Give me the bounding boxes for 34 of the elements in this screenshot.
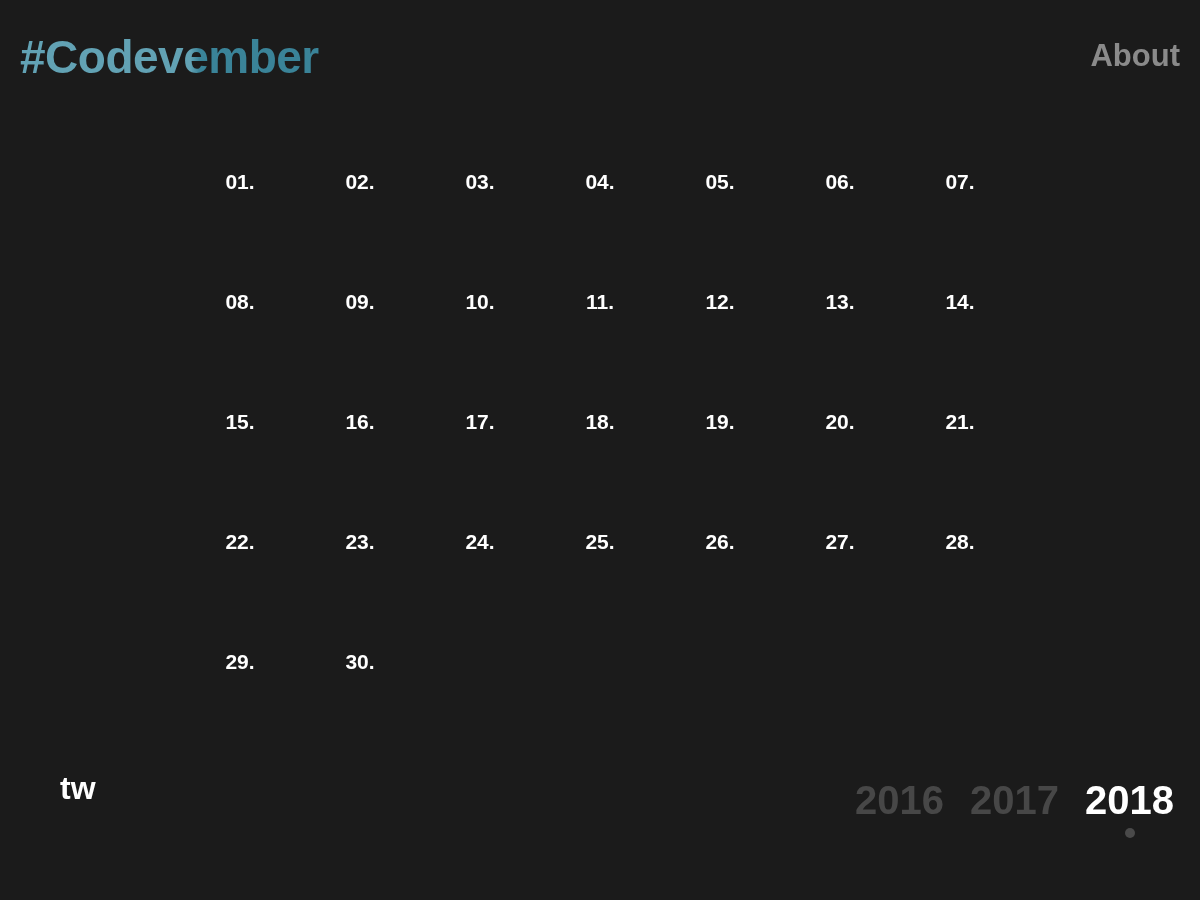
day-link[interactable]: 07. xyxy=(945,170,975,194)
day-link[interactable]: 11. xyxy=(585,290,614,314)
twitter-link[interactable]: tw xyxy=(60,770,96,807)
day-link[interactable]: 15. xyxy=(225,410,255,434)
day-link[interactable]: 28. xyxy=(945,530,975,554)
day-link[interactable]: 26. xyxy=(705,530,735,554)
day-link[interactable]: 14. xyxy=(945,290,975,314)
day-link[interactable]: 30. xyxy=(345,650,375,674)
day-link[interactable]: 09. xyxy=(345,290,375,314)
active-dot-icon xyxy=(1124,828,1135,838)
day-link[interactable]: 20. xyxy=(825,410,855,434)
day-link[interactable]: 21. xyxy=(945,410,975,434)
day-link[interactable]: 29. xyxy=(225,650,255,674)
day-link[interactable]: 13. xyxy=(825,290,855,314)
day-link[interactable]: 27. xyxy=(825,530,855,554)
about-link[interactable]: About xyxy=(1090,38,1180,74)
day-link[interactable]: 19. xyxy=(705,410,735,434)
year-tab[interactable]: 2018 xyxy=(1085,778,1174,822)
day-link[interactable]: 17. xyxy=(465,410,495,434)
day-link[interactable]: 24. xyxy=(465,530,495,554)
day-link[interactable]: 18. xyxy=(585,410,615,434)
day-link[interactable]: 10. xyxy=(465,290,495,314)
day-link[interactable]: 25. xyxy=(585,530,615,554)
day-link[interactable]: 05. xyxy=(705,170,735,194)
day-link[interactable]: 03. xyxy=(465,170,495,194)
day-link[interactable]: 23. xyxy=(345,530,375,554)
day-link[interactable]: 16. xyxy=(345,410,375,434)
day-link[interactable]: 08. xyxy=(225,290,255,314)
day-link[interactable]: 02. xyxy=(345,170,375,194)
day-link[interactable]: 04. xyxy=(585,170,615,194)
day-link[interactable]: 01. xyxy=(225,170,255,194)
day-link[interactable]: 06. xyxy=(825,170,855,194)
day-link[interactable]: 22. xyxy=(225,530,255,554)
day-link[interactable]: 12. xyxy=(705,290,735,314)
